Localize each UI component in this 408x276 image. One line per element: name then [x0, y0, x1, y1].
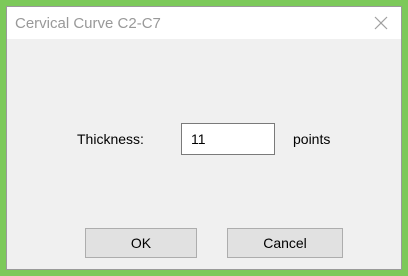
close-button[interactable] [361, 7, 401, 39]
units-label: points [293, 131, 331, 147]
dialog-window: Cervical Curve C2-C7 Thickness: points O… [6, 6, 402, 270]
title-bar: Cervical Curve C2-C7 [7, 7, 401, 39]
thickness-label: Thickness: [77, 131, 144, 147]
ok-button[interactable]: OK [85, 228, 197, 258]
thickness-input[interactable] [181, 123, 275, 155]
cancel-button[interactable]: Cancel [227, 228, 343, 258]
window-title: Cervical Curve C2-C7 [15, 15, 161, 32]
close-icon [374, 16, 388, 30]
